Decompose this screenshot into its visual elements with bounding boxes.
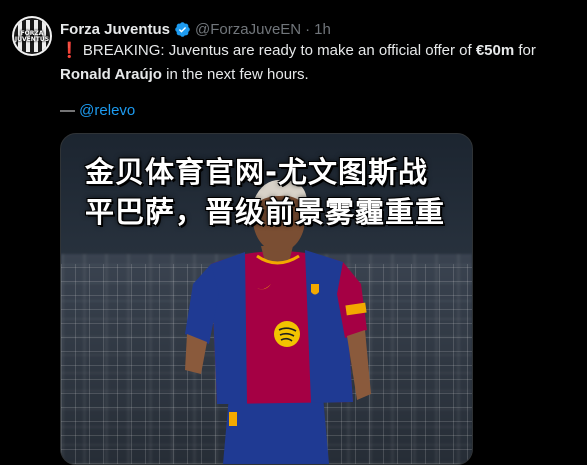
verified-badge-icon — [175, 21, 190, 37]
timestamp[interactable]: 1h — [314, 21, 331, 38]
juventus-logo-icon: FORZA JUVENTUS — [14, 18, 50, 54]
tweet-source: — @relevo — [60, 99, 135, 123]
tweet-text-part2: for — [514, 42, 536, 59]
mention-link[interactable]: @relevo — [79, 102, 135, 119]
source-prefix: — — [60, 102, 80, 119]
tweet-header: Forza Juventus @ForzaJuveEN · 1h — [60, 19, 331, 39]
overlay-line-1: 金贝体育官网-尤文图斯战 — [85, 155, 429, 189]
avatar-logo-text: FORZA JUVENTUS — [14, 30, 50, 43]
tweet-media-image[interactable]: 金贝体育官网-尤文图斯战 平巴萨，晋级前景雾霾重重 — [60, 133, 473, 465]
tweet-text-part3: in the next few hours. — [161, 66, 309, 83]
media-overlay-caption: 金贝体育官网-尤文图斯战 平巴萨，晋级前景雾霾重重 — [85, 152, 472, 232]
handle[interactable]: @ForzaJuveEN — [195, 21, 301, 38]
tweet-amount: €50m — [475, 42, 515, 59]
display-name[interactable]: Forza Juventus — [60, 21, 170, 38]
avatar[interactable]: FORZA JUVENTUS — [12, 16, 52, 56]
overlay-line-2: 平巴萨，晋级前景雾霾重重 — [85, 195, 446, 229]
red-exclamation-icon: ❗ — [60, 42, 79, 59]
tweet-player-name: Ronald Araújo — [60, 66, 162, 83]
tweet-body: ❗ BREAKING: Juventus are ready to make a… — [60, 39, 575, 87]
tweet-text-part1: BREAKING: Juventus are ready to make an … — [82, 42, 476, 59]
separator-dot: · — [305, 20, 311, 38]
